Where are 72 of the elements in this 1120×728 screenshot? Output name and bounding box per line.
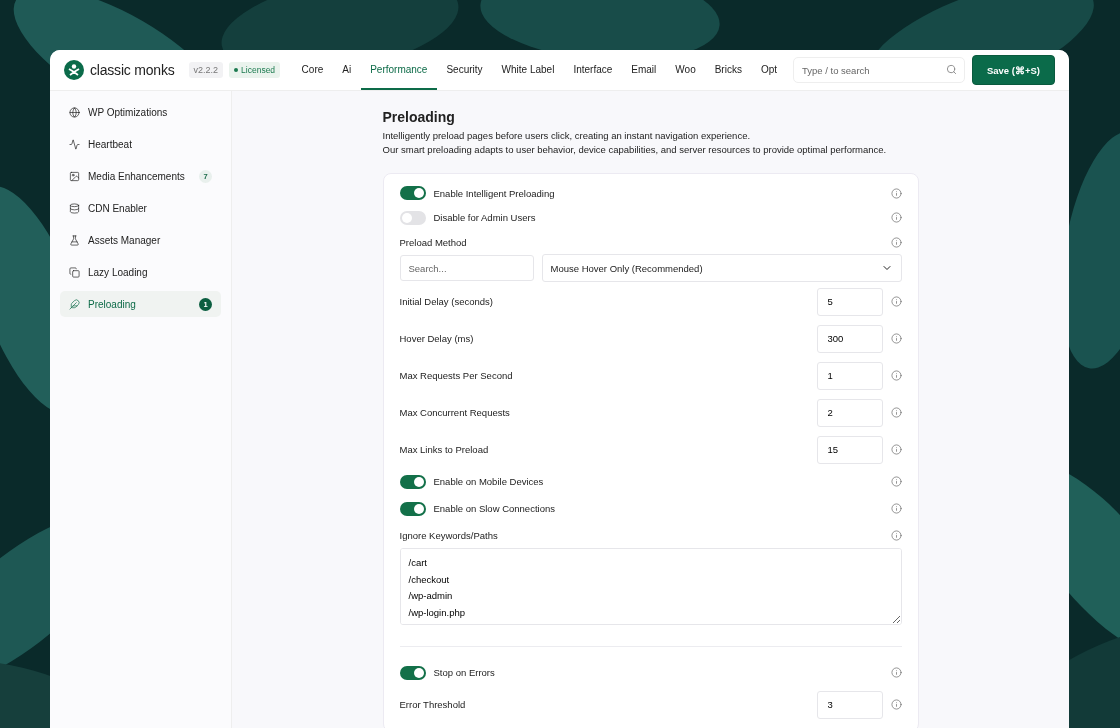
brand-name: classic monks (90, 62, 175, 78)
nav-tab[interactable]: Bricks (705, 50, 752, 90)
toggle-switch[interactable] (399, 501, 426, 516)
info-icon[interactable] (890, 212, 902, 223)
text-area[interactable]: /cart /checkout /wp-admin /wp-login.php (399, 548, 902, 625)
search-field[interactable]: Search... (399, 255, 534, 281)
sidebar-item[interactable]: WP Optimizations (60, 99, 221, 125)
sidebar-item[interactable]: CDN Enabler (60, 195, 221, 221)
setting-label: Disable for Admin Users (433, 212, 537, 223)
nav-tab[interactable]: White Label (492, 50, 564, 90)
number-field[interactable]: 5 (816, 287, 883, 316)
setting-label: Preload Method (399, 236, 468, 248)
search-field[interactable]: Type / to search (793, 57, 965, 83)
info-icon[interactable] (890, 187, 902, 199)
feather-icon (69, 298, 80, 310)
setting-label: Stop on Errors (433, 667, 496, 678)
number-field[interactable]: 15 (816, 435, 883, 464)
image-icon (69, 170, 80, 182)
section-description: Intelligently preload pages before users click, creating an instant navigation experience. (382, 129, 752, 143)
logo-icon (64, 60, 84, 80)
setting-label: Initial Delay (seconds) (399, 296, 494, 307)
globe-icon (69, 106, 80, 118)
toggle-switch[interactable] (399, 210, 426, 225)
nav-tab[interactable]: Interface (563, 50, 622, 90)
nav-tab[interactable]: Performance (360, 50, 437, 90)
nav-tab[interactable]: Security (436, 50, 493, 90)
toggle-switch[interactable] (399, 665, 426, 680)
license-badge: Licensed (229, 62, 281, 78)
select-dropdown[interactable]: Mouse Hover Only (Recommended) (541, 254, 902, 282)
info-icon[interactable] (890, 699, 902, 710)
pulse-icon (69, 138, 80, 150)
number-field[interactable]: 3 (816, 690, 883, 719)
sidebar-item[interactable]: Heartbeat (60, 131, 221, 157)
info-icon[interactable] (890, 476, 902, 487)
sidebar-item[interactable]: Assets Manager (60, 227, 221, 253)
setting-label: Hover Delay (ms) (399, 333, 475, 344)
number-field[interactable]: 2 (816, 398, 883, 427)
info-icon[interactable] (890, 333, 902, 344)
info-icon[interactable] (890, 370, 902, 381)
number-field[interactable]: 300 (816, 324, 883, 353)
toggle-switch[interactable] (399, 186, 426, 200)
setting-label: Error Threshold (399, 699, 467, 710)
search-icon (946, 64, 957, 75)
info-icon[interactable] (890, 503, 902, 514)
info-icon[interactable] (890, 407, 902, 418)
nav-tab[interactable]: Email (621, 50, 666, 90)
setting-label: Enable on Mobile Devices (433, 476, 545, 487)
setting-label: Ignore Keywords/Paths (399, 529, 499, 541)
section-title: Preloading (382, 109, 456, 125)
info-icon[interactable] (890, 444, 902, 455)
toggle-switch[interactable] (399, 474, 426, 489)
sidebar-item[interactable]: Lazy Loading (60, 259, 221, 285)
number-field[interactable]: 1 (816, 361, 883, 390)
version-badge: v2.2.2 (188, 62, 224, 78)
setting-label: Max Links to Preload (399, 444, 490, 455)
info-icon[interactable] (890, 296, 902, 307)
info-icon[interactable] (890, 529, 902, 541)
nav-tab[interactable]: Opt (751, 50, 787, 90)
save-button[interactable]: Save (⌘+S) (972, 55, 1055, 85)
nav-tab[interactable]: Ai (332, 50, 361, 90)
setting-label: Max Requests Per Second (399, 370, 514, 381)
nav-tab[interactable]: Core (292, 50, 333, 90)
nav-tab[interactable]: Woo (665, 50, 706, 90)
setting-label: Enable on Slow Connections (433, 503, 556, 514)
flask-icon (69, 234, 80, 246)
database-icon (69, 202, 80, 214)
setting-label: Max Concurrent Requests (399, 407, 511, 418)
info-icon[interactable] (890, 236, 902, 248)
setting-label: Enable Intelligent Preloading (433, 187, 556, 199)
info-icon[interactable] (890, 667, 902, 678)
section-description: Our smart preloading adapts to user behavior, device capabilities, and server resources to provide optimal performance. (382, 142, 888, 156)
windows-icon (69, 266, 80, 278)
